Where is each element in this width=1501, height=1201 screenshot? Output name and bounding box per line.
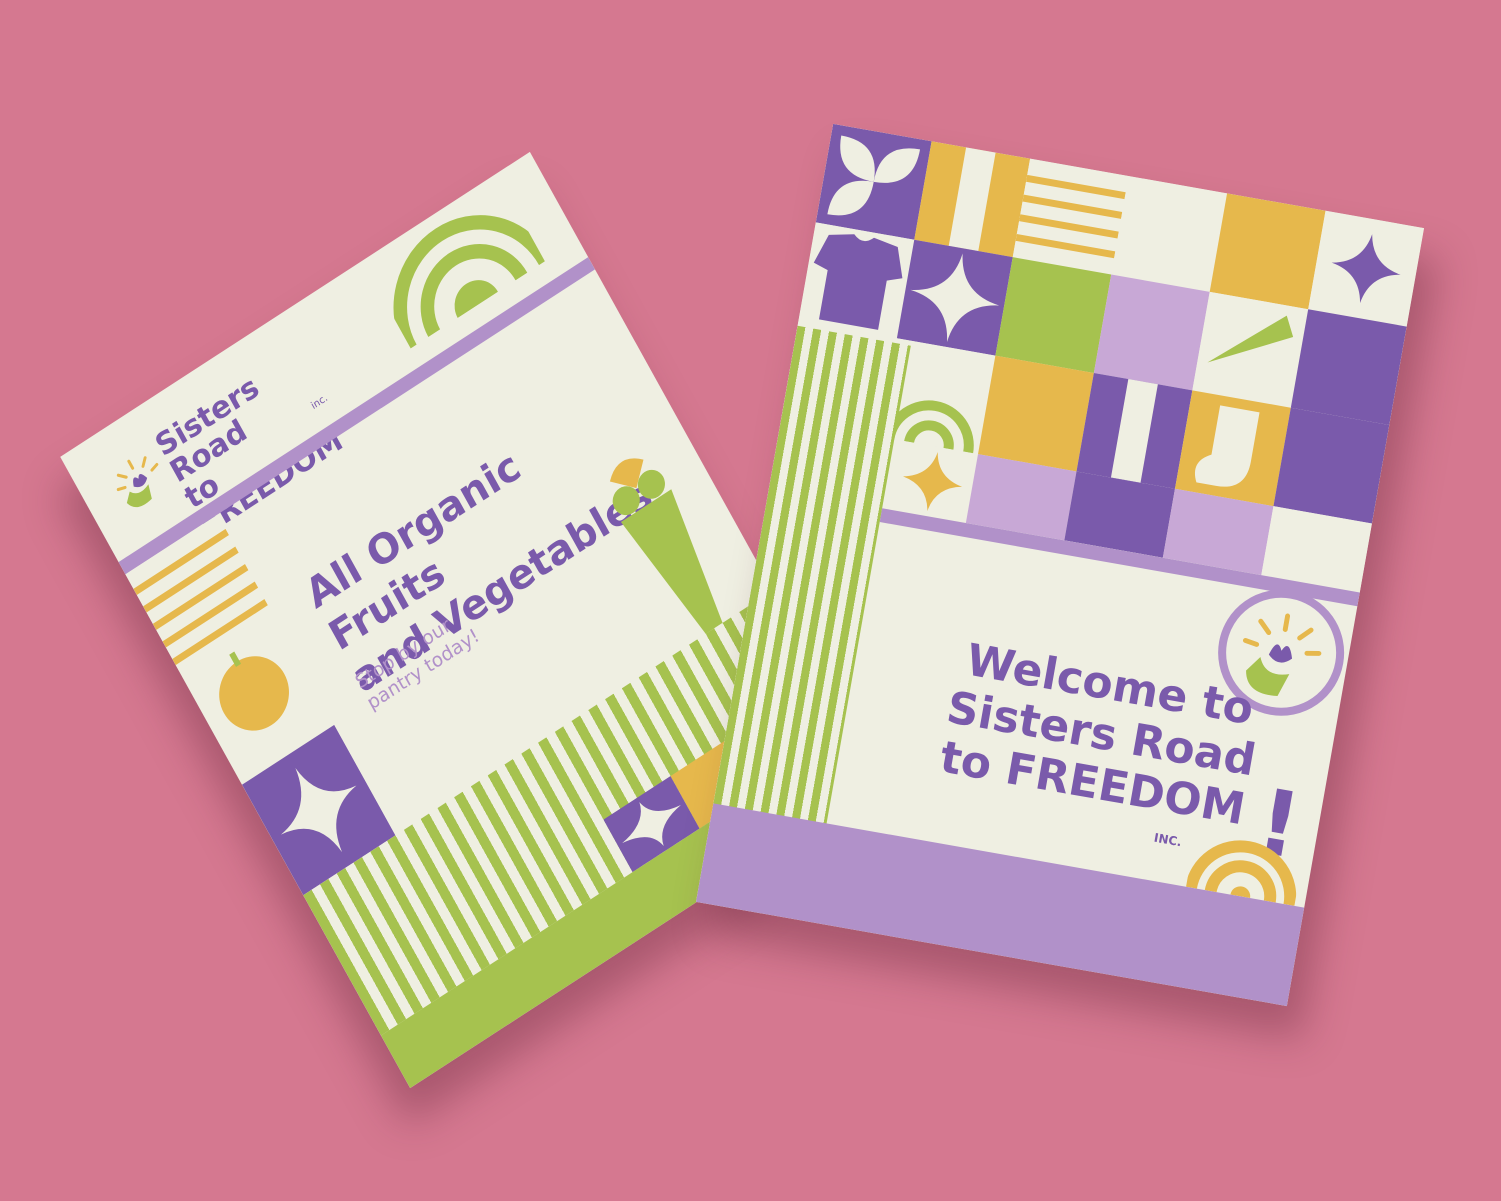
carrot-icon (1192, 291, 1309, 408)
right-inc: INC. (1152, 830, 1183, 850)
sock-icon (1174, 390, 1291, 507)
left-logo-wordmark: Sisters Road to FREEDOM (150, 327, 377, 543)
rainbow-arc-icon (393, 215, 545, 349)
right-flyer: Welcome to Sisters Road to FREEDOM ! INC… (695, 123, 1425, 1007)
shirt-icon (798, 222, 915, 339)
mockup-scene: Sisters Road to FREEDOM inc. All Organic… (0, 0, 1501, 1201)
apple-icon (219, 651, 289, 731)
